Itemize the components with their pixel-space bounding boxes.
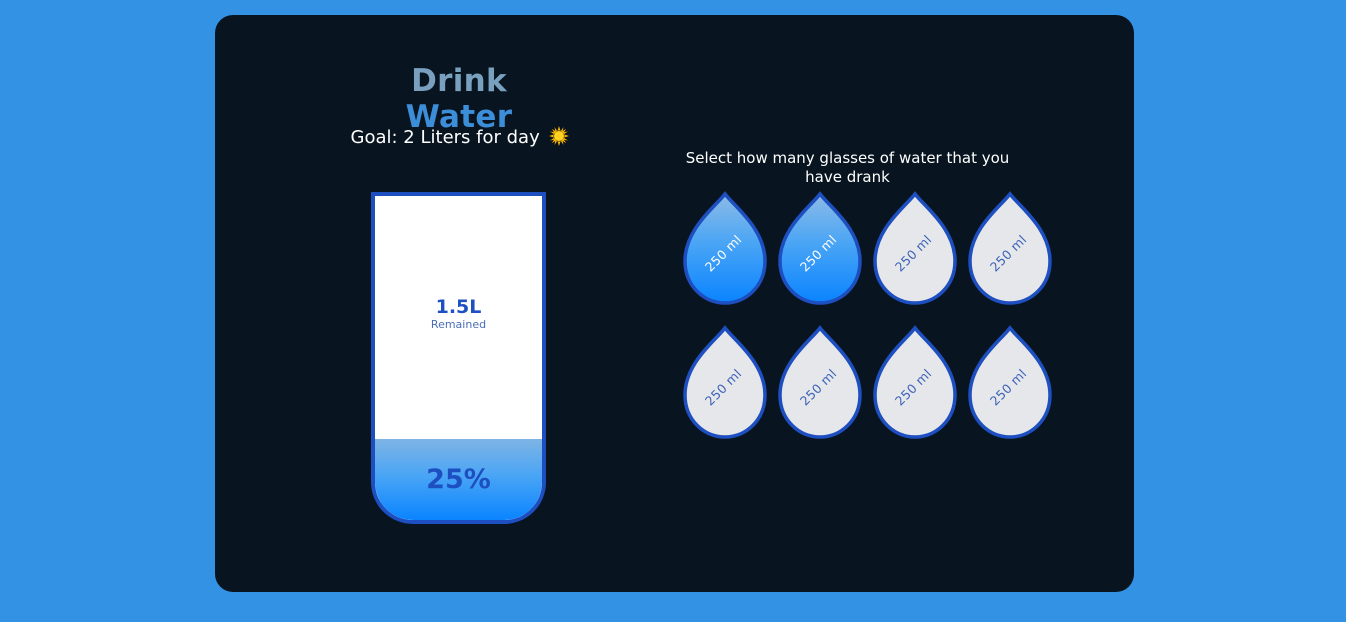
app-card: Drink Water Goal: 2 Liters for day 1.5L … [215, 15, 1134, 592]
percentage-text: 25% [426, 464, 491, 495]
goal-label: Goal: 2 Liters for day [350, 127, 540, 148]
glass-drop[interactable]: 250 ml [966, 191, 1054, 307]
sun-icon [549, 126, 570, 146]
glass-drop[interactable]: 250 ml [776, 325, 864, 441]
glass-drop[interactable]: 250 ml [871, 191, 959, 307]
glass-drop[interactable]: 250 ml [966, 325, 1054, 441]
water-fill: 25% [375, 439, 542, 520]
water-cup: 1.5L Remained 25% [371, 192, 546, 524]
title-word-drink: Drink [411, 63, 507, 99]
glass-drop[interactable]: 250 ml [681, 325, 769, 441]
remained-label: Remained [430, 318, 487, 331]
select-instruction: Select how many glasses of water that yo… [685, 149, 1010, 186]
glasses-grid: 250 ml 250 ml 250 ml 250 ml 250 ml 250 ml 250 … [681, 191, 1061, 461]
glass-drop[interactable]: 250 ml [776, 191, 864, 307]
remained-section: 1.5L Remained [375, 296, 542, 332]
remained-value: 1.5L [435, 296, 482, 318]
glass-drop[interactable]: 250 ml [871, 325, 959, 441]
page-title: Drink Water [359, 63, 559, 135]
glass-drop[interactable]: 250 ml [681, 191, 769, 307]
goal-text: Goal: 2 Liters for day [325, 126, 595, 148]
